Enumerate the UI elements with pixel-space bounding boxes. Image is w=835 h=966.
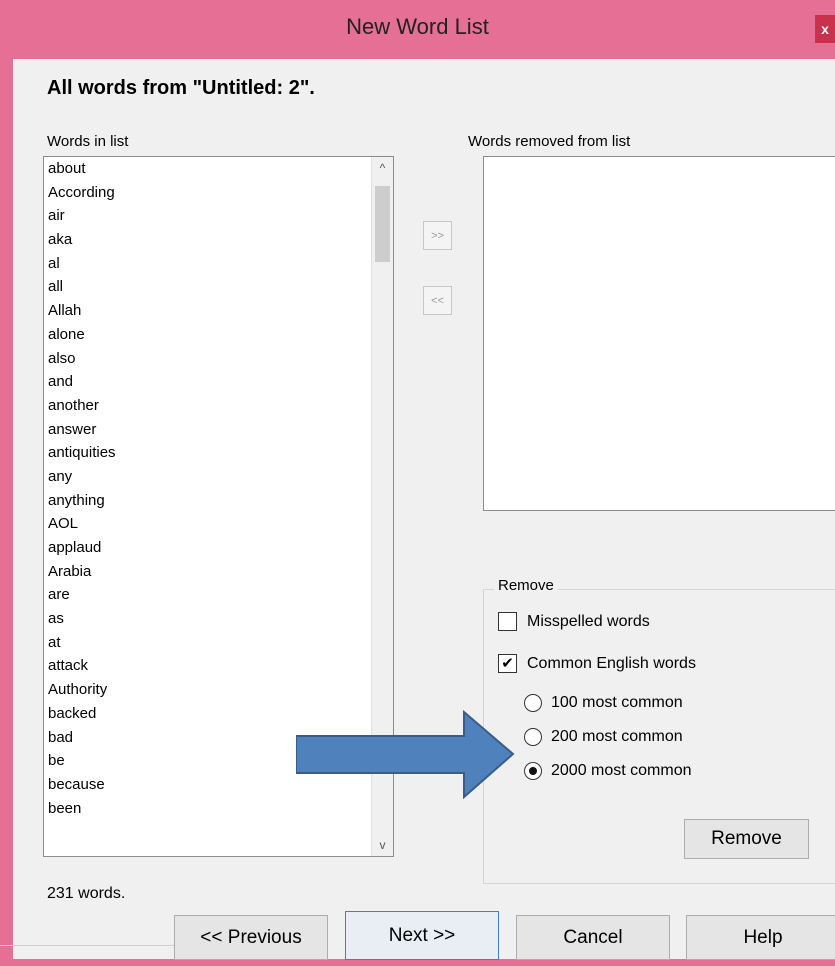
word-list-item[interactable]: are [48,583,368,607]
word-list-item[interactable]: another [48,394,368,418]
word-list-item[interactable]: attack [48,654,368,678]
misspelled-label: Misspelled words [527,612,650,630]
radio-200-most-common[interactable]: 200 most common [524,728,683,746]
dialog-heading: All words from "Untitled: 2". [47,77,315,99]
word-list-item[interactable]: also [48,347,368,371]
cancel-button[interactable]: Cancel [516,915,670,960]
word-list-item[interactable]: Allah [48,299,368,323]
misspelled-words-option[interactable]: Misspelled words [498,612,650,631]
radio-2000-most-common[interactable]: 2000 most common [524,762,692,780]
arrow-shape [296,709,515,800]
word-list-item[interactable]: anything [48,489,368,513]
misspelled-checkbox[interactable] [498,612,517,631]
word-list-item[interactable]: AOL [48,512,368,536]
move-back-button[interactable]: << [423,286,452,315]
radio-button[interactable] [524,728,542,746]
radio-label: 200 most common [551,728,683,745]
word-list-item[interactable]: about [48,157,368,181]
radio-button[interactable] [524,762,542,780]
word-list-item[interactable]: answer [48,418,368,442]
previous-button[interactable]: << Previous [174,915,328,960]
remove-button[interactable]: Remove [684,819,809,859]
move-to-removed-button[interactable]: >> [423,221,452,250]
common-english-label: Common English words [527,654,696,672]
word-list-item[interactable]: air [48,204,368,228]
radio-label: 100 most common [551,694,683,711]
words-removed-label: Words removed from list [468,133,631,150]
window-title: New Word List [346,14,489,39]
word-list-item[interactable]: Authority [48,678,368,702]
word-list-item[interactable]: aka [48,228,368,252]
word-list-item[interactable]: all [48,275,368,299]
word-list-item[interactable]: According [48,181,368,205]
word-list-item[interactable]: as [48,607,368,631]
radio-button[interactable] [524,694,542,712]
annotation-arrow-icon [296,709,515,800]
word-list-item[interactable]: al [48,252,368,276]
remove-group-label: Remove [494,577,558,594]
word-list-item[interactable]: Arabia [48,560,368,584]
radio-selected-dot [529,767,537,775]
scroll-thumb[interactable] [375,186,390,262]
word-list-item[interactable]: and [48,370,368,394]
help-button[interactable]: Help [686,915,835,960]
words-removed-listbox[interactable] [483,156,835,511]
common-english-option[interactable]: ✔ Common English words [498,654,696,673]
new-word-list-dialog: New Word List x All words from "Untitled… [0,0,835,966]
word-list-item[interactable]: any [48,465,368,489]
footer-divider [0,945,174,946]
word-count: 231 words. [47,885,126,902]
scroll-up-icon[interactable]: ^ [372,157,393,179]
word-list-item[interactable]: alone [48,323,368,347]
radio-label: 2000 most common [551,762,692,779]
dialog-body: All words from "Untitled: 2". Words in l… [0,59,835,960]
scroll-down-icon[interactable]: v [372,834,393,856]
radio-100-most-common[interactable]: 100 most common [524,694,683,712]
common-english-checkbox[interactable]: ✔ [498,654,517,673]
word-list-item[interactable]: applaud [48,536,368,560]
title-bar[interactable]: New Word List x [0,0,835,59]
word-list-item[interactable]: antiquities [48,441,368,465]
word-list-item[interactable]: at [48,631,368,655]
close-button[interactable]: x [815,15,835,43]
words-in-list-label: Words in list [47,133,129,150]
next-button[interactable]: Next >> [345,911,499,960]
